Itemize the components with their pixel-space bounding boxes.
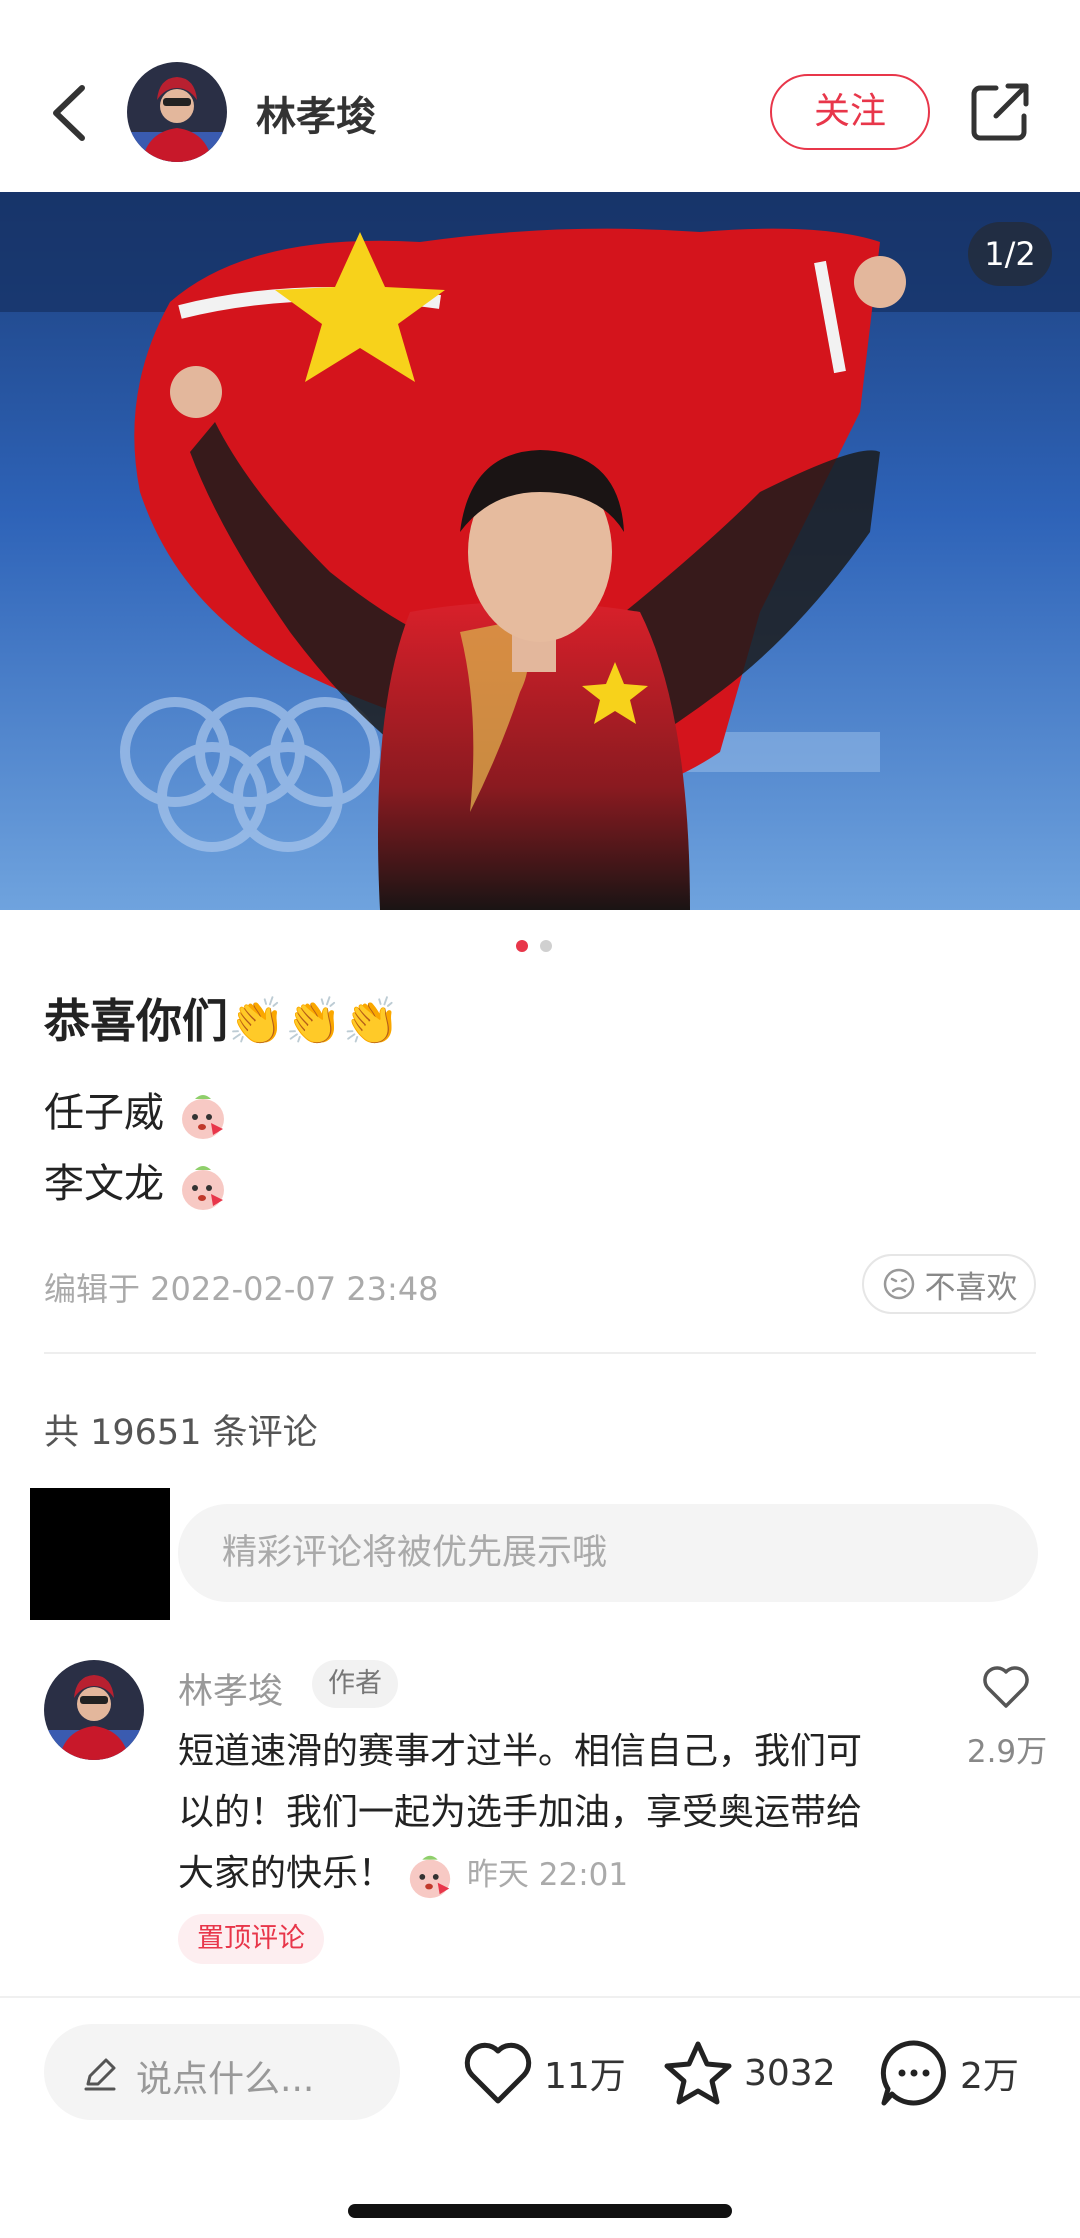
comment-text-line: 以的！我们一起为选手加油，享受奥运带给 — [178, 1792, 863, 1833]
post-title: 恭喜你们👏👏👏 — [44, 994, 400, 1048]
comment-total: 2万 — [960, 2056, 1019, 2097]
follow-button[interactable]: 关注 — [770, 74, 930, 150]
heart-icon — [464, 2042, 532, 2104]
star-icon — [664, 2041, 732, 2105]
divider — [44, 1352, 1036, 1354]
comment-count: 共 19651 条评论 — [44, 1413, 318, 1453]
author-avatar[interactable] — [127, 62, 227, 162]
comment-input[interactable]: 精彩评论将被优先展示哦 — [178, 1504, 1038, 1602]
comments-button[interactable]: 2万 — [878, 2036, 1019, 2110]
pinned-comment-badge: 置顶评论 — [178, 1914, 324, 1964]
dislike-button[interactable]: 不喜欢 — [862, 1254, 1036, 1314]
comment-author-avatar[interactable] — [44, 1660, 144, 1760]
blush-emoji-icon — [410, 1855, 451, 1899]
favorite-count: 3032 — [744, 2052, 836, 2094]
pagination-dot[interactable] — [540, 940, 552, 952]
share-icon — [971, 83, 1029, 141]
athlete-with-flag-image — [0, 192, 1080, 910]
comment-text-line: 大家的快乐！ 昨天 22:01 — [178, 1844, 628, 1900]
comment-like-count: 2.9万 — [966, 1734, 1048, 1770]
comment-bubble-icon — [880, 2040, 946, 2106]
blush-emoji-icon — [181, 1095, 224, 1139]
top-nav-bar: 林孝埈 关注 — [0, 0, 1080, 192]
pagination-dot-active[interactable] — [516, 940, 528, 952]
author-name[interactable]: 林孝埈 — [256, 84, 376, 142]
edit-timestamp: 编辑于 2022-02-07 23:48 — [44, 1270, 439, 1308]
like-button[interactable]: 11万 — [462, 2036, 626, 2110]
post-photo[interactable] — [0, 192, 1080, 910]
author-badge: 作者 — [312, 1660, 398, 1708]
photo-pagination — [516, 940, 552, 952]
like-count: 11万 — [544, 2056, 626, 2097]
heart-icon — [983, 1666, 1029, 1708]
blush-emoji-icon — [181, 1166, 224, 1210]
comment-like-button[interactable] — [980, 1662, 1032, 1710]
comment-text-line: 短道速滑的赛事才过半。相信自己，我们可 — [178, 1731, 863, 1772]
comment-author-name[interactable]: 林孝埈 — [178, 1663, 283, 1714]
pencil-icon — [84, 2058, 116, 2091]
favorite-button[interactable]: 3032 — [662, 2036, 836, 2110]
share-button[interactable] — [968, 80, 1032, 144]
home-indicator[interactable] — [348, 2204, 732, 2218]
back-button[interactable] — [44, 78, 94, 148]
comment-time: 昨天 22:01 — [466, 1857, 629, 1893]
my-avatar — [30, 1488, 170, 1620]
post-line-2: 李文龙 — [44, 1151, 229, 1212]
sad-face-icon — [883, 1268, 914, 1300]
photo-counter-badge: 1/2 — [968, 222, 1052, 286]
quick-comment-placeholder[interactable]: 说点什么... — [136, 2050, 314, 2102]
post-line-1: 任子威 — [44, 1080, 229, 1141]
dislike-label: 不喜欢 — [924, 1269, 1018, 1306]
chevron-left-icon — [53, 85, 85, 141]
